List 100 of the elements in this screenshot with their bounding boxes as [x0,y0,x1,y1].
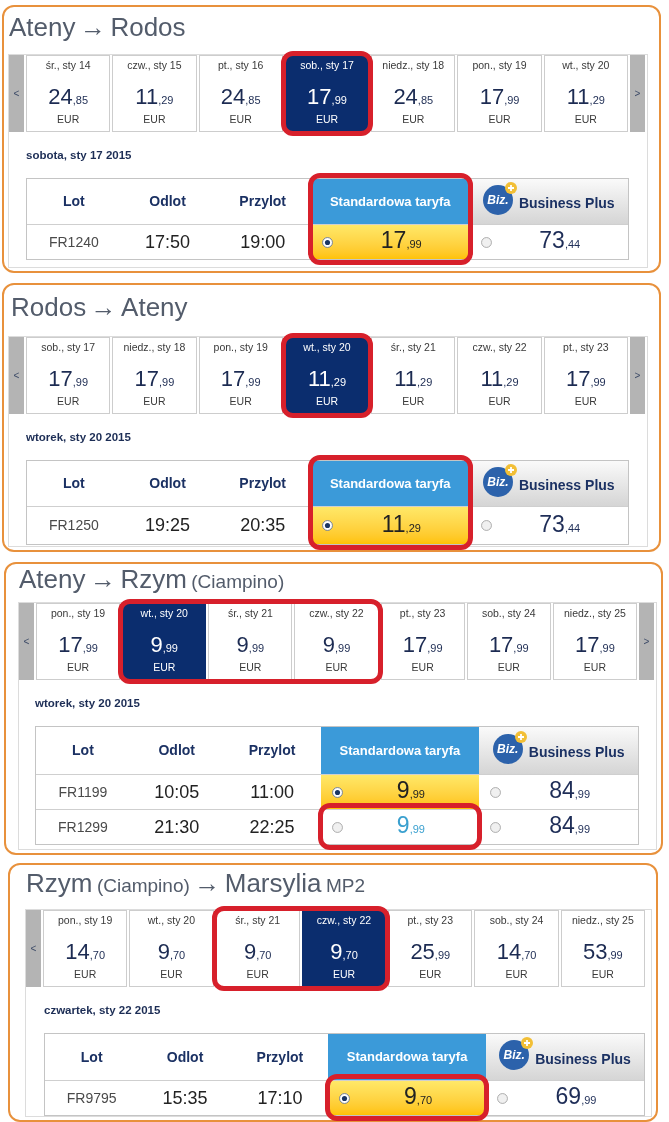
date-card[interactable]: śr., sty 21 11,29 EUR [371,337,456,414]
date-label: wt., sty 20 [140,606,188,620]
date-label: pt., sty 16 [217,58,264,72]
date-label: sob., sty 24 [481,606,536,620]
currency-label: EUR [488,112,511,126]
next-button[interactable]: > [639,603,654,680]
column-header: Przylot [238,192,288,211]
date-card[interactable]: sob., sty 17 17,99 EUR [284,55,370,132]
date-card[interactable]: niedz., sty 25 53,99 EUR [560,910,645,987]
column-header: Standardowa taryfa [320,727,480,774]
price-text: 11,29 [480,367,519,393]
previous-button[interactable]: < [9,55,24,132]
date-label: czw., sty 22 [472,340,527,354]
fare-price: 9,99 [395,777,426,805]
date-card[interactable]: śr., sty 14 24,85 EUR [26,55,111,132]
date-card[interactable]: sob., sty 24 17,99 EUR [466,603,551,680]
price-text: 9,99 [236,633,265,659]
previous-button[interactable]: < [26,910,41,987]
previous-button[interactable]: < [19,603,34,680]
date-card[interactable]: pt., sty 16 24,85 EUR [198,55,283,132]
price-text: 17,99 [307,85,347,111]
currency-label: EUR [574,112,597,126]
radio-button[interactable] [497,1092,509,1104]
radio-button[interactable] [331,821,343,833]
radio-button[interactable] [322,520,334,531]
price-text: 11,29 [566,85,605,111]
date-label: pon., sty 19 [213,340,268,354]
price-text: 11,29 [394,367,433,393]
column-header: Odlot [165,1047,205,1067]
radio-button[interactable] [480,236,492,248]
price-text: 17,99 [402,633,443,659]
date-card[interactable]: pon., sty 19 17,99 EUR [198,337,283,414]
departure-time: 17:50 [120,224,215,259]
date-card[interactable]: wt., sty 20 9,70 EUR [129,910,214,987]
date-card[interactable]: wt., sty 20 9,99 EUR [122,603,207,680]
price-text: 17,99 [488,633,529,659]
date-label: sob., sty 24 [489,913,544,927]
date-card[interactable]: pt., sty 23 17,99 EUR [380,603,465,680]
previous-button[interactable]: < [9,337,24,414]
currency-label: EUR [332,967,356,981]
price-text: 17,99 [565,367,606,393]
currency-label: EUR [229,112,252,126]
column-header: Odlot [157,741,197,760]
column-header: Standardowa taryfa [311,179,470,224]
date-label: pon., sty 19 [472,58,527,72]
date-card[interactable]: pon., sty 19 17,99 EUR [457,55,542,132]
date-card[interactable]: pt., sty 23 25,99 EUR [388,910,473,987]
price-text: 11,29 [135,85,174,111]
flight-number: FR1199 [36,774,130,809]
date-heading: wtorek, sty 20 2015 [35,696,140,711]
date-card[interactable]: pon., sty 19 17,99 EUR [36,603,121,680]
departure-time: 15:35 [138,1080,232,1115]
price-text: 14,70 [65,940,106,966]
date-card[interactable]: wt., sty 20 11,29 EUR [543,55,628,132]
radio-button[interactable] [322,236,334,248]
currency-label: EUR [57,112,80,126]
date-card[interactable]: czw., sty 22 11,29 EUR [457,337,542,414]
fare-cell[interactable]: 9,70 [328,1080,487,1115]
radio-button[interactable] [490,821,502,833]
date-label: śr., sty 21 [235,913,281,927]
biz-logo: Biz. [499,1040,530,1070]
price-text: 17,99 [575,633,615,659]
currency-label: EUR [583,660,606,674]
date-card[interactable]: czw., sty 15 11,29 EUR [112,55,197,132]
date-card[interactable]: niedz., sty 18 17,99 EUR [112,337,197,414]
radio-button[interactable] [331,786,343,798]
date-card[interactable]: śr., sty 21 9,99 EUR [208,603,293,680]
date-card[interactable]: niedz., sty 18 24,85 EUR [371,55,456,132]
date-card[interactable]: pt., sty 23 17,99 EUR [543,337,628,414]
date-label: niedz., sty 18 [123,340,186,354]
currency-label: EUR [229,394,252,408]
radio-button[interactable] [490,786,502,798]
radio-button[interactable] [339,1092,351,1104]
date-card[interactable]: pon., sty 19 14,70 EUR [43,910,128,987]
currency-label: EUR [325,660,348,674]
price-text: 9,70 [243,940,272,966]
next-button[interactable]: > [629,55,645,132]
price-text: 9,70 [330,940,358,966]
arrival-time: 20:35 [214,506,312,544]
currency-label: EUR [574,394,597,408]
date-card[interactable]: sob., sty 17 17,99 EUR [26,337,111,414]
date-card[interactable]: czw., sty 22 9,70 EUR [301,910,387,987]
fare-cell[interactable]: 11,29 [311,506,470,544]
date-label: wt., sty 20 [147,913,196,927]
date-label: wt., sty 20 [562,58,610,72]
price-text: 9,99 [150,633,178,659]
next-button[interactable]: > [629,337,645,414]
price-text: 11,29 [307,367,347,393]
date-label: pt., sty 23 [563,340,609,354]
arrival-time: 22:25 [223,809,321,844]
price-text: 24,85 [220,85,261,111]
arrival-time: 17:10 [231,1080,329,1115]
date-card[interactable]: sob., sty 24 14,70 EUR [474,910,559,987]
date-label: sob., sty 17 [300,58,354,72]
date-card[interactable]: wt., sty 20 11,29 EUR [284,337,370,414]
date-card[interactable]: niedz., sty 25 17,99 EUR [552,603,637,680]
column-header: Odlot [148,474,187,493]
radio-button[interactable] [480,520,492,531]
fare-cell[interactable]: 17,99 [311,224,470,259]
date-label: czw., sty 15 [127,58,182,72]
